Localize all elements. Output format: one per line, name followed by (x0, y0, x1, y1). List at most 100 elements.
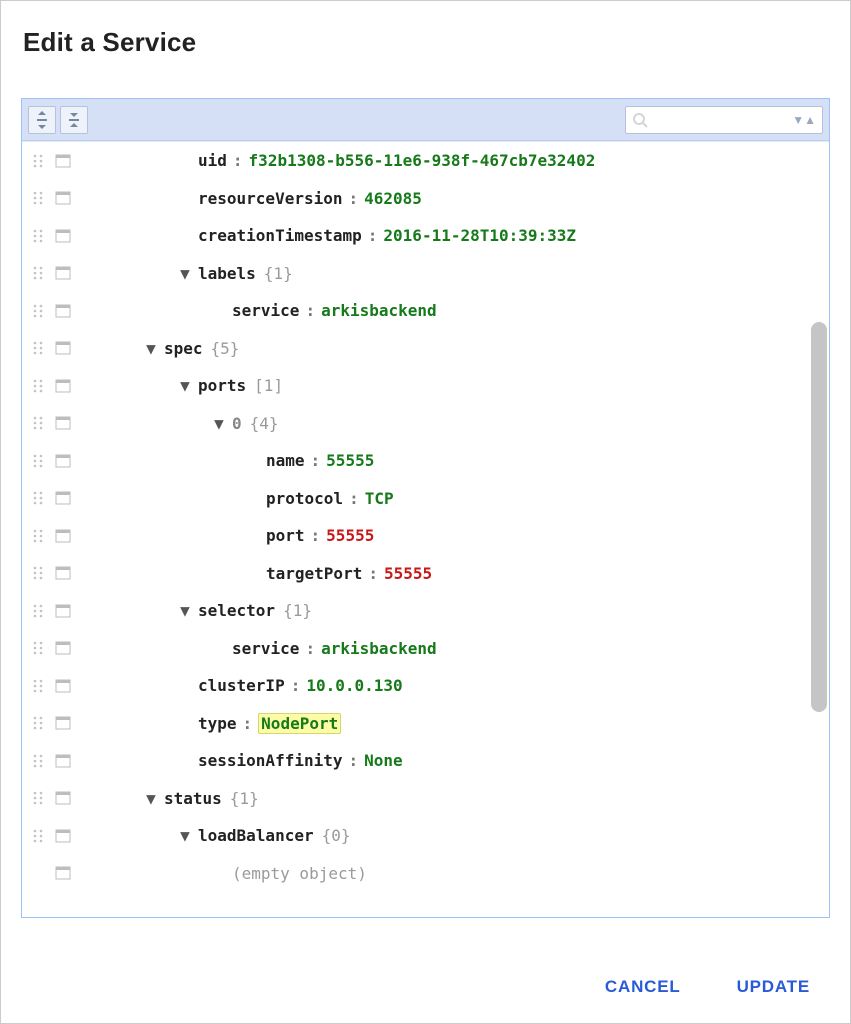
value-highlighted[interactable]: NodePort (258, 713, 341, 734)
tree-row[interactable]: ▼ targetPort : 55555 (22, 555, 805, 593)
row-menu-icon[interactable] (52, 191, 74, 205)
drag-handle-icon[interactable] (28, 266, 48, 280)
drag-handle-icon[interactable] (28, 529, 48, 543)
drag-handle-icon[interactable] (28, 454, 48, 468)
row-menu-icon[interactable] (52, 529, 74, 543)
update-button[interactable]: UPDATE (733, 969, 814, 1005)
row-menu-icon[interactable] (52, 304, 74, 318)
tree-row[interactable]: ▼ 0 {4} (22, 405, 805, 443)
toggle-icon[interactable]: ▼ (210, 414, 228, 433)
key: resourceVersion (198, 189, 343, 208)
drag-handle-icon[interactable] (28, 191, 48, 205)
row-menu-icon[interactable] (52, 679, 74, 693)
tree-row[interactable]: ▼ status {1} (22, 780, 805, 818)
drag-handle-icon[interactable] (28, 604, 48, 618)
drag-handle-icon[interactable] (28, 754, 48, 768)
tree-row[interactable]: ▼ protocol : TCP (22, 480, 805, 518)
drag-handle-icon[interactable] (28, 491, 48, 505)
value[interactable]: 462085 (364, 189, 422, 208)
row-menu-icon[interactable] (52, 604, 74, 618)
row-menu-icon[interactable] (52, 791, 74, 805)
tree-row[interactable]: ▼ loadBalancer {0} (22, 817, 805, 855)
tree-row[interactable]: ▼ uid : f32b1308-b556-11e6-938f-467cb7e3… (22, 142, 805, 180)
row-menu-icon[interactable] (52, 566, 74, 580)
row-menu-icon[interactable] (52, 379, 74, 393)
search-input[interactable] (648, 112, 788, 128)
drag-handle-icon[interactable] (28, 791, 48, 805)
row-menu-icon[interactable] (52, 829, 74, 843)
tree-row[interactable]: ▼ name : 55555 (22, 442, 805, 480)
value[interactable]: arkisbackend (321, 639, 437, 658)
tree-row[interactable]: ▼ ports [1] (22, 367, 805, 405)
row-menu-icon[interactable] (52, 341, 74, 355)
tree-row[interactable]: ▼ creationTimestamp : 2016-11-28T10:39:3… (22, 217, 805, 255)
count: {0} (314, 826, 351, 845)
dialog-title: Edit a Service (23, 27, 830, 58)
expand-all-icon (34, 111, 50, 129)
drag-handle-icon[interactable] (28, 304, 48, 318)
toggle-icon[interactable]: ▼ (176, 264, 194, 283)
drag-handle-icon[interactable] (28, 679, 48, 693)
expand-all-button[interactable] (28, 106, 56, 134)
value[interactable]: 55555 (326, 451, 374, 470)
collapse-all-button[interactable] (60, 106, 88, 134)
value[interactable]: 10.0.0.130 (306, 676, 402, 695)
tree-row[interactable]: ▼ labels {1} (22, 255, 805, 293)
tree-row[interactable]: ▼ port : 55555 (22, 517, 805, 555)
dialog-actions: CANCEL UPDATE (601, 969, 814, 1005)
value[interactable]: TCP (365, 489, 394, 508)
row-menu-icon[interactable] (52, 229, 74, 243)
key: spec (164, 339, 203, 358)
toggle-icon[interactable]: ▼ (176, 376, 194, 395)
value[interactable]: 55555 (384, 564, 432, 583)
tree-row[interactable]: ▼ (empty object) (22, 855, 805, 893)
key: selector (198, 601, 275, 620)
toggle-icon[interactable]: ▼ (176, 826, 194, 845)
drag-handle-icon[interactable] (28, 829, 48, 843)
tree-row[interactable]: ▼ clusterIP : 10.0.0.130 (22, 667, 805, 705)
value[interactable]: None (364, 751, 403, 770)
drag-handle-icon[interactable] (28, 229, 48, 243)
toggle-icon[interactable]: ▼ (142, 339, 160, 358)
count: {1} (222, 789, 259, 808)
row-menu-icon[interactable] (52, 716, 74, 730)
drag-handle-icon[interactable] (28, 154, 48, 168)
scrollbar-thumb[interactable] (811, 322, 827, 712)
cancel-button[interactable]: CANCEL (601, 969, 685, 1005)
toggle-icon[interactable]: ▼ (176, 601, 194, 620)
drag-handle-icon[interactable] (28, 379, 48, 393)
row-menu-icon[interactable] (52, 416, 74, 430)
tree-row[interactable]: ▼ spec {5} (22, 330, 805, 368)
value[interactable]: f32b1308-b556-11e6-938f-467cb7e32402 (249, 151, 596, 170)
tree-row[interactable]: ▼ selector {1} (22, 592, 805, 630)
toggle-icon[interactable]: ▼ (142, 789, 160, 808)
tree-row[interactable]: ▼ service : arkisbackend (22, 630, 805, 668)
drag-handle-icon[interactable] (28, 341, 48, 355)
row-menu-icon[interactable] (52, 454, 74, 468)
tree-row[interactable]: ▼ resourceVersion : 462085 (22, 180, 805, 218)
tree-row[interactable]: ▼ sessionAffinity : None (22, 742, 805, 780)
row-menu-icon[interactable] (52, 754, 74, 768)
value[interactable]: 2016-11-28T10:39:33Z (383, 226, 576, 245)
drag-handle-icon[interactable] (28, 716, 48, 730)
value[interactable]: arkisbackend (321, 301, 437, 320)
result-prev-icon[interactable]: ▲ (804, 114, 816, 126)
row-menu-icon[interactable] (52, 866, 74, 880)
tree-body[interactable]: ▼ uid : f32b1308-b556-11e6-938f-467cb7e3… (22, 141, 829, 917)
json-tree: ▼ uid : f32b1308-b556-11e6-938f-467cb7e3… (22, 142, 829, 892)
row-menu-icon[interactable] (52, 491, 74, 505)
tree-row[interactable]: ▼ type : NodePort (22, 705, 805, 743)
drag-handle-icon[interactable] (28, 566, 48, 580)
tree-row[interactable]: ▼ service : arkisbackend (22, 292, 805, 330)
key: service (232, 301, 299, 320)
key: sessionAffinity (198, 751, 343, 770)
row-menu-icon[interactable] (52, 266, 74, 280)
row-menu-icon[interactable] (52, 641, 74, 655)
value[interactable]: 55555 (326, 526, 374, 545)
search-box[interactable]: ▼ ▲ (625, 106, 823, 134)
row-menu-icon[interactable] (52, 154, 74, 168)
key: loadBalancer (198, 826, 314, 845)
result-next-icon[interactable]: ▼ (792, 114, 804, 126)
drag-handle-icon[interactable] (28, 416, 48, 430)
drag-handle-icon[interactable] (28, 641, 48, 655)
